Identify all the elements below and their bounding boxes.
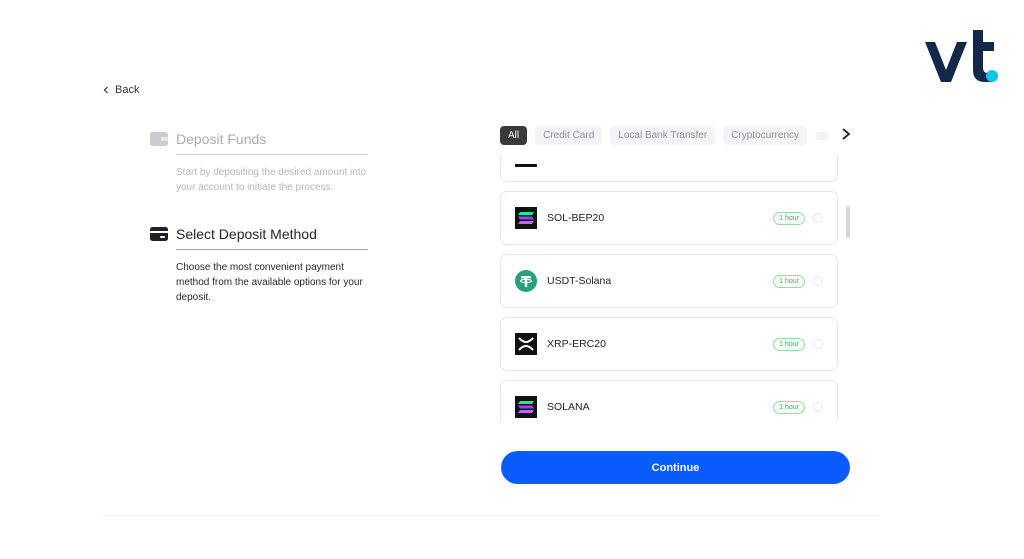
- step-divider: [176, 249, 368, 250]
- card-icon: [150, 225, 168, 243]
- step-title: Select Deposit Method: [176, 226, 317, 242]
- method-card[interactable]: XRP-ERC20 1 hour: [500, 317, 838, 371]
- filter-credit-card[interactable]: Credit Card: [535, 126, 603, 145]
- filter-local-bank-transfer[interactable]: Local Bank Transfer: [610, 126, 716, 145]
- radio-button[interactable]: [813, 339, 823, 349]
- radio-button[interactable]: [813, 276, 823, 286]
- method-card[interactable]: USDT-Solana 1 hour: [500, 254, 838, 308]
- radio-button[interactable]: [813, 213, 823, 223]
- method-name: SOLANA: [547, 401, 590, 413]
- wallet-icon: [150, 130, 168, 148]
- chevron-right-icon[interactable]: [840, 127, 852, 141]
- chevron-left-icon: [103, 86, 108, 94]
- coin-icon: [515, 164, 537, 167]
- list-scrollbar[interactable]: [846, 206, 850, 238]
- solana-icon: [515, 207, 537, 229]
- method-card[interactable]: SOLANA 1 hour: [500, 380, 838, 422]
- time-badge: 1 hour: [773, 274, 805, 288]
- step-description: Start by depositing the desired amount i…: [176, 167, 367, 193]
- step-title: Deposit Funds: [176, 131, 267, 147]
- back-label: Back: [115, 84, 140, 96]
- filter-tabs: All Credit Card Local Bank Transfer Cryp…: [500, 126, 830, 145]
- radio-button[interactable]: [813, 402, 823, 412]
- method-name: XRP-ERC20: [547, 338, 606, 350]
- method-card[interactable]: SOL-BEP20 1 hour: [500, 191, 838, 245]
- continue-button[interactable]: Continue: [501, 451, 850, 484]
- footer-divider: [102, 515, 880, 516]
- xrp-icon: [515, 333, 537, 355]
- method-name: SOL-BEP20: [547, 212, 605, 224]
- method-card[interactable]: [500, 155, 838, 182]
- tether-icon: [515, 270, 537, 292]
- step-select-method: Select Deposit Method Choose the most co…: [150, 225, 368, 305]
- time-badge: 1 hour: [773, 337, 805, 351]
- method-list: SOL-BEP20 1 hour USDT-Solana 1 hour XRP-…: [500, 155, 842, 422]
- back-button[interactable]: Back: [102, 84, 139, 96]
- brand-logo: [925, 30, 998, 82]
- solana-icon: [515, 396, 537, 418]
- time-badge: 1 hour: [773, 211, 805, 225]
- method-name: USDT-Solana: [547, 275, 612, 287]
- filter-all[interactable]: All: [500, 126, 528, 145]
- filter-more[interactable]: [815, 131, 830, 140]
- step-deposit-funds: Deposit Funds Start by depositing the de…: [150, 130, 368, 195]
- step-description: Choose the most convenient payment metho…: [176, 262, 363, 303]
- step-divider: [176, 154, 368, 155]
- filter-cryptocurrency[interactable]: Cryptocurrency: [723, 126, 808, 145]
- time-badge: 1 hour: [773, 400, 805, 414]
